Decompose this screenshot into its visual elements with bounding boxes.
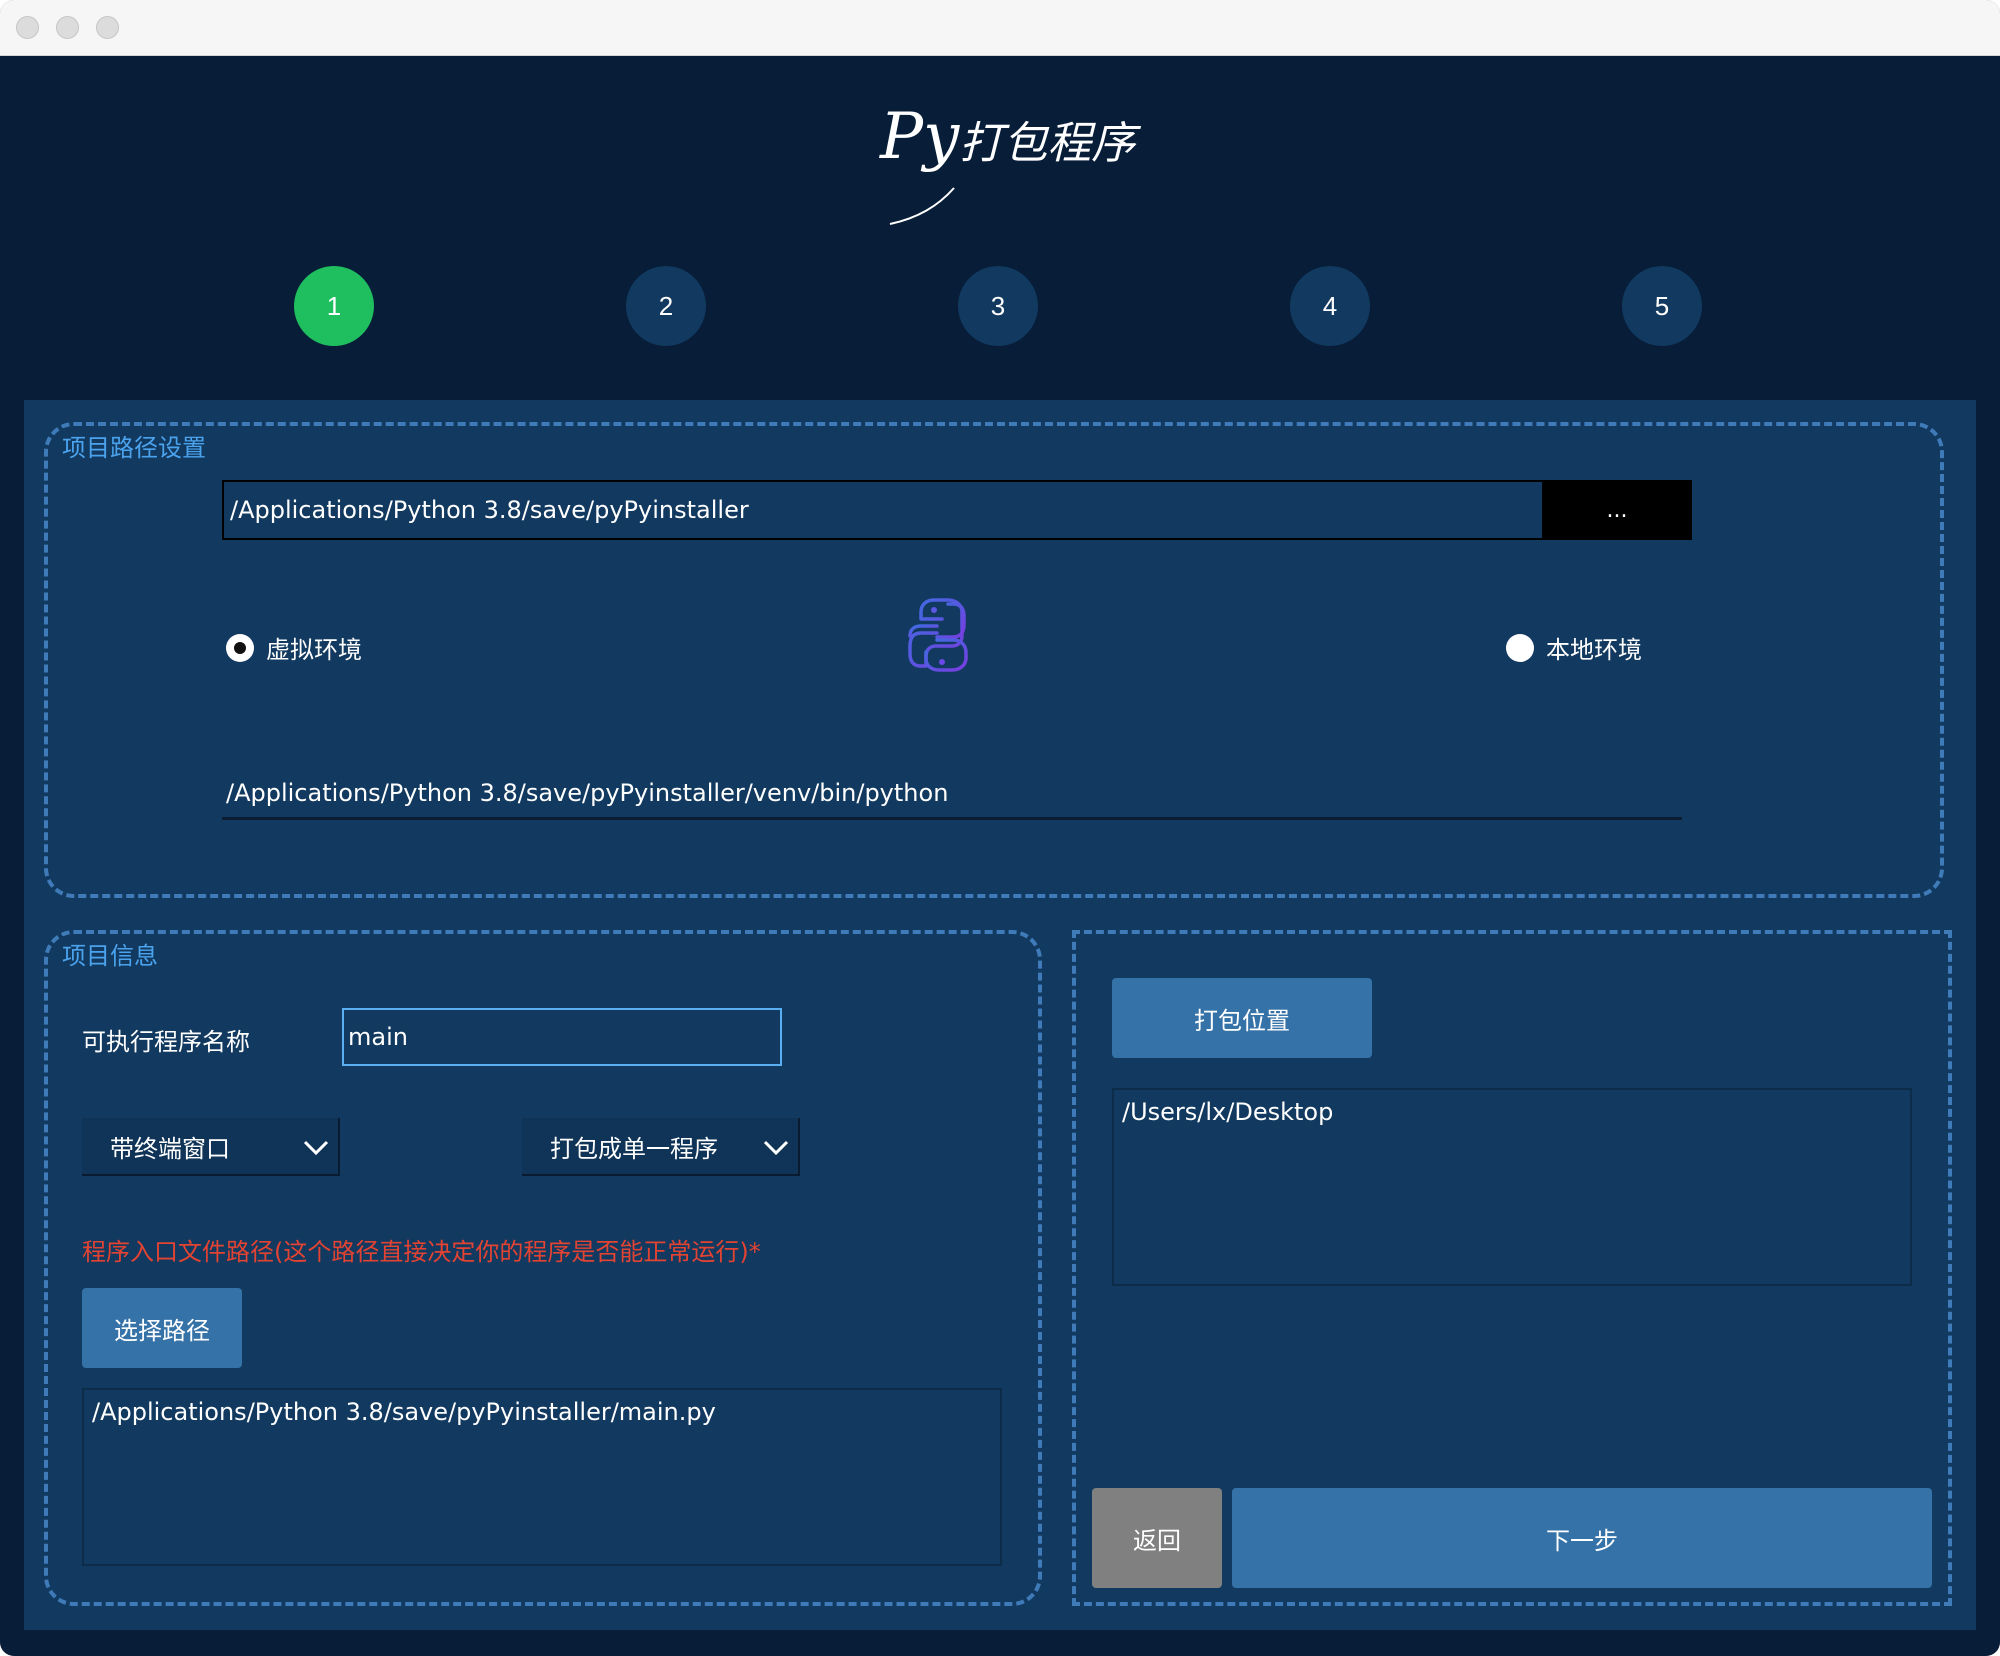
exe-name-input[interactable]: main: [342, 1008, 782, 1066]
radio-local-env[interactable]: 本地环境: [1506, 630, 1642, 665]
step-5[interactable]: 5: [1622, 266, 1702, 346]
step-2[interactable]: 2: [626, 266, 706, 346]
browse-project-button[interactable]: ...: [1542, 480, 1692, 540]
exe-name-label: 可执行程序名称: [82, 1028, 250, 1056]
interpreter-path-field[interactable]: /Applications/Python 3.8/save/pyPyinstal…: [222, 768, 1682, 820]
chevron-down-icon: [303, 1140, 329, 1156]
radio-local-env-indicator[interactable]: [1506, 633, 1534, 662]
choose-path-button[interactable]: 选择路径: [82, 1288, 242, 1368]
radio-virtual-env-indicator[interactable]: [226, 633, 254, 662]
console-mode-select-value: 带终端窗口: [110, 1134, 230, 1163]
entry-path-warning: 程序入口文件路径(这个路径直接决定你的程序是否能正常运行)*: [82, 1238, 761, 1266]
step-4[interactable]: 4: [1290, 266, 1370, 346]
chevron-down-icon: [763, 1140, 789, 1156]
title-swash-decoration: [889, 187, 955, 225]
title-bar: [0, 0, 2000, 56]
close-window-button[interactable]: [16, 16, 39, 39]
minimize-window-button[interactable]: [56, 16, 79, 39]
output-location-button[interactable]: 打包位置: [1112, 978, 1372, 1058]
next-step-button[interactable]: 下一步: [1232, 1488, 1932, 1588]
app-window: Py打包程序 1 2 3 4 5 项目路径设置 /Applications/Py…: [0, 0, 2000, 1656]
project-info-group-label: 项目信息: [60, 936, 160, 971]
radio-virtual-env[interactable]: 虚拟环境: [226, 630, 362, 665]
radio-local-env-label: 本地环境: [1546, 636, 1642, 664]
app-title-text: 打包程序: [959, 118, 1136, 169]
bundle-mode-select-value: 打包成单一程序: [550, 1134, 718, 1163]
console-mode-select[interactable]: 带终端窗口: [82, 1118, 340, 1176]
python-logo-icon: [908, 598, 968, 672]
step-1[interactable]: 1: [294, 266, 374, 346]
project-path-group-label: 项目路径设置: [60, 428, 208, 463]
app-title: Py打包程序: [880, 100, 1140, 225]
back-button[interactable]: 返回: [1092, 1488, 1222, 1588]
radio-virtual-env-label: 虚拟环境: [266, 636, 362, 664]
output-location-textbox[interactable]: /Users/lx/Desktop: [1112, 1088, 1912, 1286]
entry-path-textbox[interactable]: /Applications/Python 3.8/save/pyPyinstal…: [82, 1388, 1002, 1566]
app-title-script: Py: [880, 100, 960, 174]
project-path-input[interactable]: /Applications/Python 3.8/save/pyPyinstal…: [222, 480, 1542, 540]
bundle-mode-select[interactable]: 打包成单一程序: [522, 1118, 800, 1176]
step-3[interactable]: 3: [958, 266, 1038, 346]
zoom-window-button[interactable]: [96, 16, 119, 39]
